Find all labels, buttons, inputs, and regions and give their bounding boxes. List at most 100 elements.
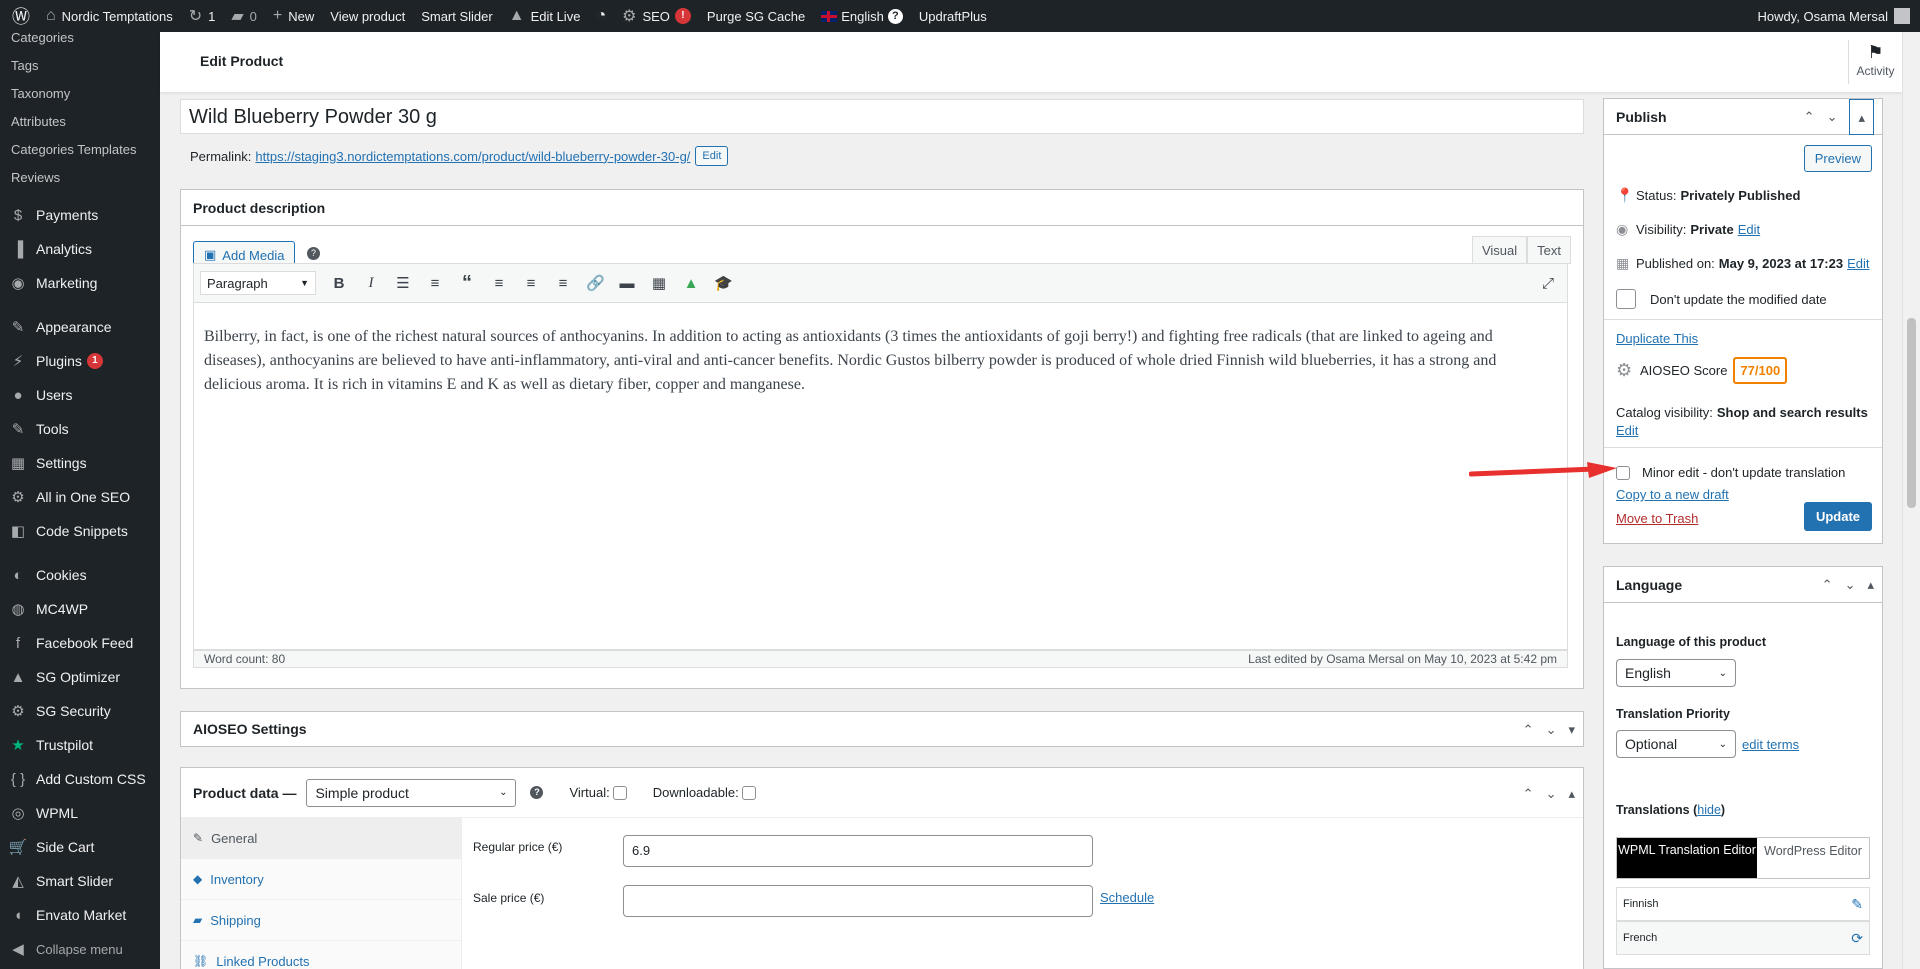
sidebar-item[interactable]: f Facebook Feed [0, 626, 160, 660]
edit-terms-link[interactable]: edit terms [1742, 737, 1799, 752]
submenu-item[interactable]: Attributes [0, 108, 160, 136]
sidebar-item[interactable]: $ Payments [0, 198, 160, 232]
submenu-item[interactable]: Categories [0, 32, 160, 52]
product-data-tab[interactable]: ◆ Inventory [181, 859, 461, 900]
aioseo-toolbar-icon[interactable]: ▲ [682, 275, 700, 292]
preview-button[interactable]: Preview [1803, 145, 1872, 172]
user-menu[interactable]: Howdy, Osama Mersal [1757, 0, 1910, 32]
sidebar-item[interactable]: ◎ WPML [0, 796, 160, 830]
align-left-icon[interactable]: ≡ [490, 275, 508, 292]
move-down-icon[interactable]: ⌄ [1546, 722, 1557, 738]
product-data-tab[interactable]: ✎ General [181, 818, 461, 859]
sidebar-item[interactable]: 🛒 Side Cart [0, 830, 160, 864]
toolbar-toggle-icon[interactable]: ▦ [650, 274, 668, 292]
sidebar-item[interactable]: ⚙ All in One SEO [0, 480, 160, 514]
sidebar-item[interactable]: ★ Trustpilot [0, 728, 160, 762]
sidebar-item[interactable]: ◍ MC4WP [0, 592, 160, 626]
smart-slider-link[interactable]: Smart Slider [413, 0, 501, 32]
submenu-item[interactable]: Taxonomy [0, 80, 160, 108]
duplicate-link[interactable]: Duplicate This [1616, 331, 1698, 346]
published-edit-link[interactable]: Edit [1847, 256, 1869, 271]
purge-cache-link[interactable]: Purge SG Cache [699, 0, 813, 32]
sidebar-item[interactable]: ✎ Appearance [0, 310, 160, 344]
updraftplus-link[interactable]: UpdraftPlus [911, 0, 995, 32]
language-select[interactable]: English ⌄ [1616, 659, 1736, 687]
align-center-icon[interactable]: ≡ [522, 275, 540, 292]
italic-icon[interactable]: I [362, 275, 380, 292]
editor-content[interactable]: Bilberry, in fact, is one of the richest… [193, 303, 1568, 650]
pencil-icon[interactable]: ✎ [1851, 896, 1863, 913]
move-down-icon[interactable]: ⌄ [1546, 786, 1557, 802]
sidebar-item[interactable]: ◐ Cookies [0, 558, 160, 592]
visibility-edit-link[interactable]: Edit [1738, 222, 1760, 237]
sidebar-item[interactable]: ● Users [0, 378, 160, 412]
aioseo-settings-box[interactable]: AIOSEO Settings ⌃ ⌄ ▾ [180, 711, 1584, 747]
product-title-input[interactable]: Wild Blueberry Powder 30 g [180, 99, 1584, 134]
toggle-icon[interactable]: ▴ [1867, 577, 1874, 593]
sidebar-item[interactable]: ⚙ SG Security [0, 694, 160, 728]
schedule-link[interactable]: Schedule [1100, 890, 1154, 905]
help-circle-icon[interactable]: ? [530, 786, 544, 799]
format-select[interactable]: Paragraph ▼ [200, 271, 316, 295]
read-more-icon[interactable]: ▬ [618, 275, 636, 292]
edit-live-link[interactable]: ▲ Edit Live [501, 0, 589, 32]
permalink-url[interactable]: https://staging3.nordictemptations.com/p… [255, 149, 690, 164]
dont-update-checkbox[interactable] [1616, 289, 1636, 309]
graduation-cap-icon[interactable]: 🎓 [714, 274, 733, 292]
align-right-icon[interactable]: ≡ [554, 275, 572, 292]
move-up-icon[interactable]: ⌃ [1822, 577, 1833, 593]
fullscreen-icon[interactable]: ⤢ [1539, 275, 1557, 292]
move-down-icon[interactable]: ⌄ [1845, 577, 1856, 593]
activity-button[interactable]: ⚑ Activity [1848, 40, 1902, 84]
hide-translations-link[interactable]: hide [1697, 803, 1721, 817]
move-up-icon[interactable]: ⌃ [1804, 109, 1815, 135]
toggle-icon[interactable]: ▴ [1849, 99, 1874, 135]
sidebar-item[interactable]: ⚡ Plugins 1 [0, 344, 160, 378]
sidebar-item[interactable]: { } Add Custom CSS [0, 762, 160, 796]
product-type-select[interactable]: Simple product ⌄ [306, 778, 517, 807]
sidebar-item[interactable]: ◭ Smart Slider [0, 864, 160, 898]
aioseo-score-badge[interactable]: 77/100 [1733, 357, 1788, 384]
tab-visual[interactable]: Visual [1471, 236, 1528, 264]
page-scrollbar[interactable] [1902, 32, 1920, 969]
move-down-icon[interactable]: ⌄ [1827, 109, 1838, 135]
wpml-editor-option[interactable]: WPML Translation Editor [1617, 838, 1757, 878]
bold-icon[interactable]: B [330, 275, 348, 292]
submenu-item[interactable]: Categories Templates [0, 136, 160, 164]
sidebar-item[interactable]: ▐ Analytics [0, 232, 160, 266]
help-circle-icon[interactable]: ? [307, 247, 320, 260]
sidebar-item[interactable]: ◉ Marketing [0, 266, 160, 300]
sidebar-item[interactable]: ◀ Collapse menu [0, 932, 160, 966]
toggle-icon[interactable]: ▾ [1568, 722, 1575, 738]
virtual-checkbox[interactable] [612, 785, 627, 800]
update-button[interactable]: Update [1803, 502, 1872, 531]
sidebar-item[interactable]: ◧ Code Snippets [0, 514, 160, 548]
permalink-edit-button[interactable]: Edit [695, 146, 729, 166]
move-up-icon[interactable]: ⌃ [1523, 722, 1534, 738]
toggle-icon[interactable]: ▴ [1568, 786, 1575, 802]
view-product-link[interactable]: View product [322, 0, 413, 32]
scrollbar-thumb[interactable] [1907, 318, 1916, 508]
blockquote-icon[interactable]: “ [458, 272, 476, 295]
updates-link[interactable]: ↻ 1 [181, 0, 224, 32]
product-data-tab[interactable]: ▰ Shipping [181, 900, 461, 941]
wordpress-logo-icon[interactable]: Ⓦ [0, 0, 38, 32]
downloadable-checkbox[interactable] [741, 785, 756, 800]
sync-icon[interactable]: ⟳ [1851, 930, 1863, 947]
move-to-trash-link[interactable]: Move to Trash [1616, 511, 1698, 526]
submenu-item[interactable]: Tags [0, 52, 160, 80]
priority-select[interactable]: Optional ⌄ [1616, 730, 1736, 758]
bullet-list-icon[interactable]: ☰ [394, 274, 412, 292]
copy-draft-link[interactable]: Copy to a new draft [1616, 487, 1729, 502]
sidebar-item[interactable]: ▲ SG Optimizer [0, 660, 160, 694]
link-icon[interactable]: 🔗 [586, 274, 605, 292]
new-content-link[interactable]: + New [265, 0, 322, 32]
sidebar-item[interactable]: ▦ Settings [0, 446, 160, 480]
move-up-icon[interactable]: ⌃ [1523, 786, 1534, 802]
seo-link[interactable]: ⚙ SEO! [614, 0, 699, 32]
numbered-list-icon[interactable]: ≡ [426, 275, 444, 292]
regular-price-input[interactable]: 6.9 [623, 835, 1093, 867]
wordpress-editor-option[interactable]: WordPress Editor [1757, 838, 1869, 878]
sale-price-input[interactable] [623, 885, 1093, 917]
language-switcher[interactable]: English? [813, 0, 911, 32]
